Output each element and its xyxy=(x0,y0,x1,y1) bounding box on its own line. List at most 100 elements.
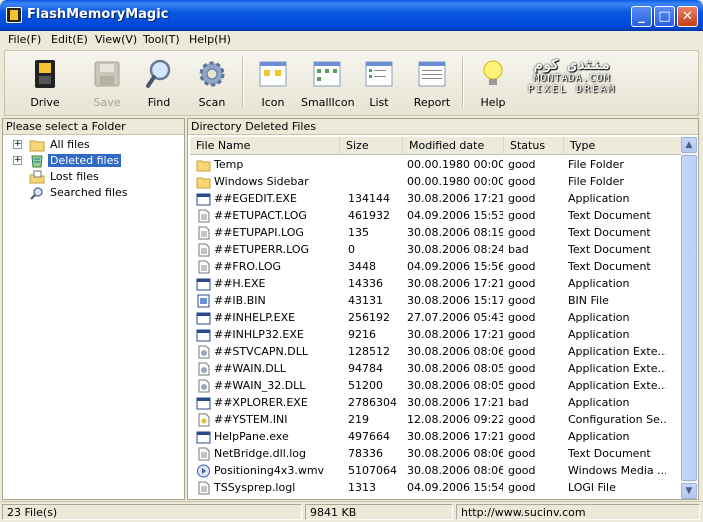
recycle-icon xyxy=(31,155,43,168)
file-row[interactable]: ##INHLP32.EXE 9216 30.08.2006 17:21 good App… xyxy=(190,327,682,344)
tree-item-deleted-files[interactable]: + Deleted files xyxy=(3,153,184,169)
folder-pane-header: Please select a Folder xyxy=(3,119,184,135)
file-row[interactable]: ##XPLORER.EXE 2786304 30.08.2006 17:21 bad A… xyxy=(190,395,682,412)
menu-edit[interactable]: Edit(E) xyxy=(51,33,88,46)
file-row[interactable]: TSSysprep.logl 1313 04.09.2006 15:54 good LO… xyxy=(190,480,682,497)
file-row[interactable]: ##EGEDIT.EXE 134144 30.08.2006 17:21 good Ap… xyxy=(190,191,682,208)
toolbar-separator xyxy=(242,57,244,107)
column-header-date[interactable]: Modified date xyxy=(403,137,504,155)
file-count: 23 File(s) xyxy=(2,504,302,520)
icon-label: Icon xyxy=(261,96,285,109)
file-row[interactable]: HelpPane.exe 497664 30.08.2006 17:21 good Ap… xyxy=(190,429,682,446)
file-list-pane: Directory Deleted Files File Name Size M… xyxy=(187,118,699,500)
file-type: Application xyxy=(568,277,630,290)
doc-file-icon xyxy=(198,260,210,274)
tree-item-searched-files[interactable]: Searched files xyxy=(3,185,184,201)
title-bar: FlashMemoryMagic _ □ ✕ xyxy=(0,0,703,31)
list-view-button[interactable]: List xyxy=(357,53,401,113)
smallicon-label: SmallIcon xyxy=(301,96,355,109)
dll-file-icon xyxy=(198,345,210,359)
menu-tool[interactable]: Tool(T) xyxy=(143,33,180,46)
scroll-thumb[interactable] xyxy=(681,155,697,481)
file-size: 5107064 xyxy=(348,464,397,477)
help-button[interactable]: Help xyxy=(471,53,515,113)
small-icon-view-icon xyxy=(313,61,341,87)
watermark-tagline: PIXEL DREAM xyxy=(527,84,617,95)
file-row[interactable]: ##FRO.LOG 3448 04.09.2006 15:56 good Text Do… xyxy=(190,259,682,276)
expand-toggle[interactable]: + xyxy=(13,140,22,149)
file-row[interactable]: ##ETUPERR.LOG 0 30.08.2006 08:24 bad Text Do… xyxy=(190,242,682,259)
file-status: good xyxy=(508,447,536,460)
file-row[interactable]: Windows Sidebar 00.00.1980 00:00 good File … xyxy=(190,174,682,191)
file-row[interactable]: ##H.EXE 14336 30.08.2006 17:21 good Applicat… xyxy=(190,276,682,293)
app-icon xyxy=(6,7,22,23)
file-row[interactable]: ##IB.BIN 43131 30.08.2006 15:17 good BIN Fil… xyxy=(190,293,682,310)
smallicon-view-button[interactable]: SmallIcon xyxy=(301,53,355,113)
drive-icon xyxy=(35,60,55,88)
file-row[interactable]: ##STVCAPN.DLL 128512 30.08.2006 08:06 good A… xyxy=(190,344,682,361)
column-header-status[interactable]: Status xyxy=(504,137,564,155)
file-status: good xyxy=(508,345,536,358)
watermark-site: MONTADA.COM xyxy=(533,73,611,84)
menu-help[interactable]: Help(H) xyxy=(189,33,231,46)
file-row[interactable]: NetBridge.dll.log 78336 30.08.2006 08:06 go… xyxy=(190,446,682,463)
tree-item-lost-files[interactable]: Lost files xyxy=(3,169,184,185)
file-date: 30.08.2006 15:17 xyxy=(407,294,503,307)
file-name: HelpPane.exe xyxy=(214,430,289,443)
file-row[interactable]: ##INHELP.EXE 256192 27.07.2006 05:43 good Ap… xyxy=(190,310,682,327)
menu-view[interactable]: View(V) xyxy=(95,33,137,46)
file-row[interactable]: ##ETUPACT.LOG 461932 04.09.2006 15:53 good T… xyxy=(190,208,682,225)
file-size: 219 xyxy=(348,413,369,426)
find-button[interactable]: Find xyxy=(137,53,181,113)
scan-button[interactable]: Scan xyxy=(190,53,234,113)
file-size: 135 xyxy=(348,226,369,239)
total-size: 9841 KB xyxy=(305,504,453,520)
save-button[interactable]: Save xyxy=(85,53,129,113)
maximize-button[interactable]: □ xyxy=(654,6,675,27)
file-type: Text Document xyxy=(568,260,651,273)
file-size: 134144 xyxy=(348,192,390,205)
watermark-logo: منتدى كوم MONTADA.COM PIXEL DREAM xyxy=(517,57,627,95)
file-row[interactable]: Temp 00.00.1980 00:00 good File Folder xyxy=(190,157,682,174)
file-name: ##ETUPERR.LOG xyxy=(214,243,310,256)
column-header-size[interactable]: Size xyxy=(340,137,403,155)
column-header-name[interactable]: File Name xyxy=(190,137,340,155)
folder-icon xyxy=(29,140,45,152)
file-type: Application Exte... xyxy=(568,379,666,392)
file-date: 30.08.2006 17:21 xyxy=(407,328,503,341)
vertical-scrollbar[interactable]: ▲ ▼ xyxy=(681,137,697,499)
file-name: ##WAIN_32.DLL xyxy=(214,379,306,392)
expand-toggle[interactable]: + xyxy=(13,156,22,165)
file-date: 30.08.2006 08:05 xyxy=(407,379,503,392)
file-date: 04.09.2006 15:54 xyxy=(407,481,503,494)
file-row[interactable]: ##WAIN.DLL 94784 30.08.2006 08:05 good Appli… xyxy=(190,361,682,378)
file-size: 497664 xyxy=(348,430,390,443)
drive-button[interactable]: Drive xyxy=(23,53,67,113)
magnifier-icon xyxy=(146,59,171,88)
directory-label: Directory xyxy=(191,120,242,133)
tree-item-all-files[interactable]: + All files xyxy=(3,137,184,153)
file-row[interactable]: ##WAIN_32.DLL 51200 30.08.2006 08:05 good Ap… xyxy=(190,378,682,395)
icon-view-button[interactable]: Icon xyxy=(251,53,295,113)
file-size: 43131 xyxy=(348,294,383,307)
file-date: 30.08.2006 08:06 xyxy=(407,345,503,358)
file-status: good xyxy=(508,464,536,477)
scroll-down-button[interactable]: ▼ xyxy=(681,483,697,499)
file-row[interactable]: Positioning4x3.wmv 5107064 30.08.2006 08:0… xyxy=(190,463,682,480)
scroll-up-button[interactable]: ▲ xyxy=(681,137,697,153)
report-view-button[interactable]: Report xyxy=(410,53,454,113)
close-button[interactable]: ✕ xyxy=(677,6,698,27)
ini-file-icon xyxy=(198,413,210,427)
file-row[interactable]: ##ETUPAPI.LOG 135 30.08.2006 08:19 good Text… xyxy=(190,225,682,242)
file-name: Positioning4x3.wmv xyxy=(214,464,325,477)
report-view-icon xyxy=(418,61,446,87)
media-file-icon xyxy=(197,464,210,478)
file-type: Text Document xyxy=(568,243,651,256)
file-status: good xyxy=(508,175,536,188)
minimize-button[interactable]: _ xyxy=(631,6,652,27)
scan-label: Scan xyxy=(198,96,226,109)
file-row[interactable]: ##YSTEM.INI 219 12.08.2006 09:22 good Config… xyxy=(190,412,682,429)
dll-file-icon xyxy=(198,362,210,376)
column-header-type[interactable]: Type xyxy=(564,137,682,155)
menu-file[interactable]: File(F) xyxy=(8,33,41,46)
